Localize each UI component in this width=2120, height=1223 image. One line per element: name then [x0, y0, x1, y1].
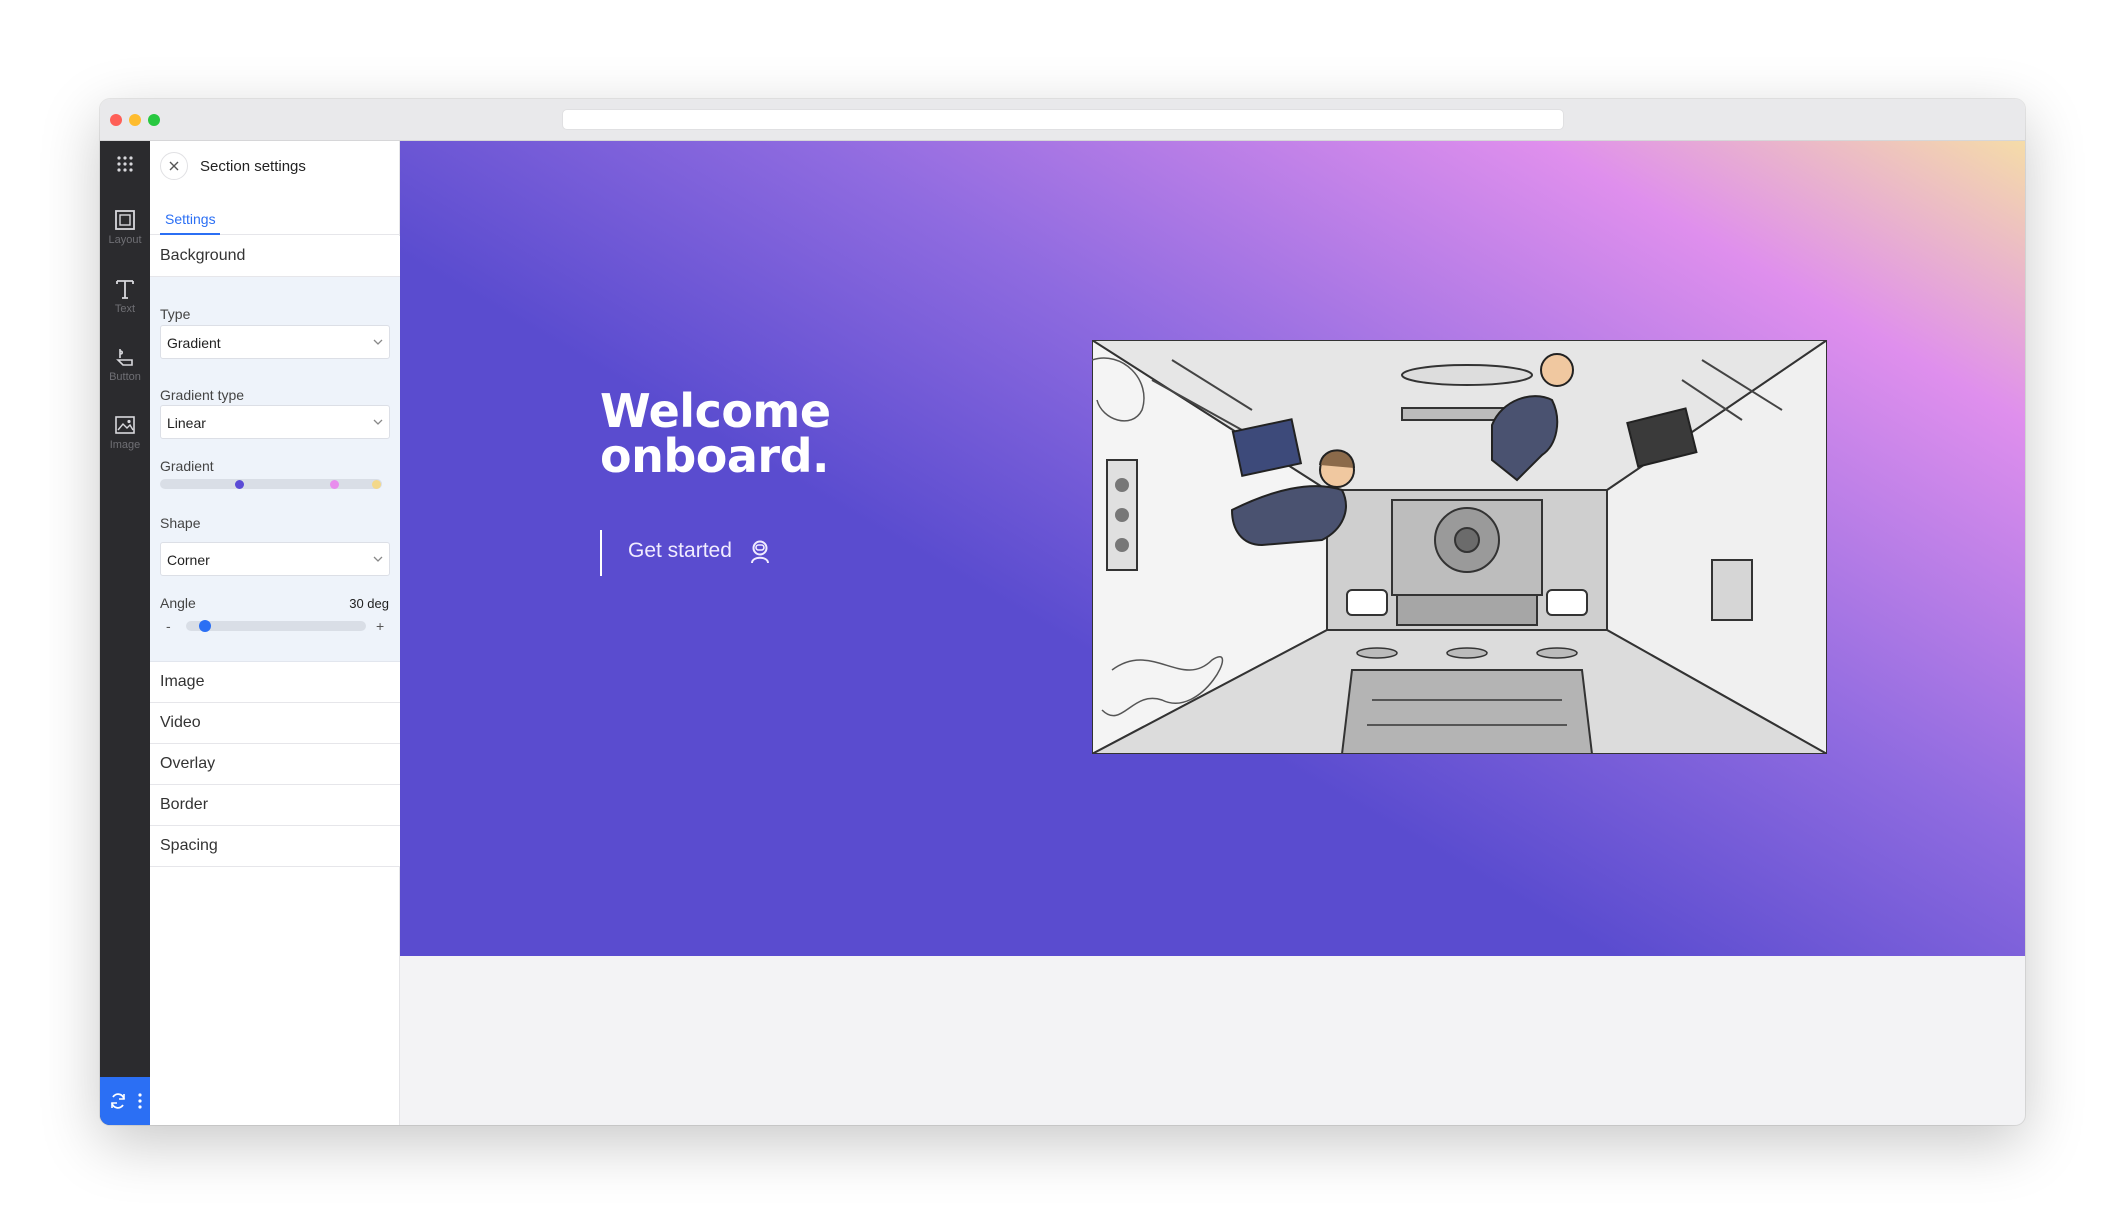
hero-headline[interactable]: Welcome onboard.	[600, 384, 831, 483]
angle-increment-button[interactable]: +	[376, 618, 384, 634]
gradient-stop[interactable]	[330, 480, 339, 489]
type-select-value: Gradient	[167, 335, 221, 351]
gradient-type-label: Gradient type	[160, 387, 245, 403]
angle-label: Angle	[160, 595, 196, 611]
close-window-button[interactable]	[110, 114, 122, 126]
section-background-header[interactable]: Background	[150, 236, 400, 277]
close-icon	[169, 161, 179, 171]
angle-slider[interactable]	[186, 620, 366, 632]
shape-select-value: Corner	[167, 552, 210, 568]
rail-item-button[interactable]: Button	[100, 346, 150, 400]
close-panel-button[interactable]	[160, 152, 188, 180]
section-label: Spacing	[160, 837, 218, 854]
zoom-window-button[interactable]	[148, 114, 160, 126]
rail-item-label: Image	[109, 439, 141, 451]
panel-header: Section settings	[150, 141, 400, 193]
title-bar	[100, 99, 2025, 141]
section-border-header[interactable]: Border	[150, 785, 400, 826]
section-settings-panel: Section settings Settings Background Typ…	[150, 141, 400, 1125]
gradient-type-select-value: Linear	[167, 415, 206, 431]
hero-section[interactable]: Welcome onboard. Get started	[400, 141, 2025, 956]
angle-decrement-button[interactable]: -	[166, 618, 171, 634]
address-bar[interactable]	[562, 109, 1564, 130]
browser-window: Layout Text Button Image Section setting…	[100, 99, 2025, 1125]
rail-item-layout[interactable]: Layout	[100, 209, 150, 263]
rail-item-image[interactable]: Image	[100, 414, 150, 468]
section-video-header[interactable]: Video	[150, 703, 400, 744]
shape-label: Shape	[160, 515, 201, 531]
section-label: Video	[160, 714, 201, 731]
chevron-down-icon	[373, 556, 383, 562]
gradient-stop[interactable]	[235, 480, 244, 489]
panel-title: Section settings	[200, 158, 306, 175]
section-overlay-header[interactable]: Overlay	[150, 744, 400, 785]
headline-line: onboard.	[600, 429, 830, 483]
sync-button[interactable]	[100, 1077, 150, 1125]
type-select[interactable]: Gradient	[160, 325, 390, 359]
section-label: Background	[160, 247, 246, 264]
section-label: Image	[160, 673, 205, 690]
active-tab-indicator	[160, 233, 220, 235]
gradient-label: Gradient	[160, 458, 214, 474]
section-label: Overlay	[160, 755, 216, 772]
rail-item-label: Button	[109, 371, 141, 383]
section-image-header[interactable]: Image	[150, 662, 400, 703]
space-station-illustration	[1092, 340, 1827, 754]
type-label: Type	[160, 306, 191, 322]
tab-settings[interactable]: Settings	[160, 211, 221, 227]
gradient-stops-track[interactable]	[160, 479, 382, 489]
more-vertical-icon[interactable]	[138, 1092, 142, 1110]
chevron-down-icon	[373, 419, 383, 425]
image-icon	[115, 416, 135, 434]
angle-value: 30 deg	[349, 596, 389, 611]
rail-item-label: Layout	[108, 234, 142, 246]
button-icon	[116, 349, 133, 366]
layout-icon	[115, 210, 135, 230]
gradient-type-select[interactable]: Linear	[160, 405, 390, 439]
headline-line: Welcome	[600, 384, 831, 438]
get-started-button[interactable]: Get started	[628, 539, 732, 563]
apps-grid-icon[interactable]	[116, 155, 134, 173]
text-icon	[116, 280, 134, 299]
chevron-down-icon	[373, 339, 383, 345]
panel-tabs: Settings	[150, 193, 400, 235]
shape-select[interactable]: Corner	[160, 542, 390, 576]
section-spacing-header[interactable]: Spacing	[150, 826, 400, 867]
refresh-icon	[111, 1093, 125, 1109]
angle-slider-thumb[interactable]	[199, 620, 211, 632]
cta-divider	[600, 530, 602, 576]
section-label: Border	[160, 796, 209, 813]
gradient-stop[interactable]	[372, 480, 381, 489]
tool-rail: Layout Text Button Image	[100, 141, 150, 1125]
minimize-window-button[interactable]	[129, 114, 141, 126]
astronaut-icon[interactable]	[748, 539, 772, 565]
rail-item-text[interactable]: Text	[100, 278, 150, 332]
rail-item-label: Text	[114, 303, 136, 315]
